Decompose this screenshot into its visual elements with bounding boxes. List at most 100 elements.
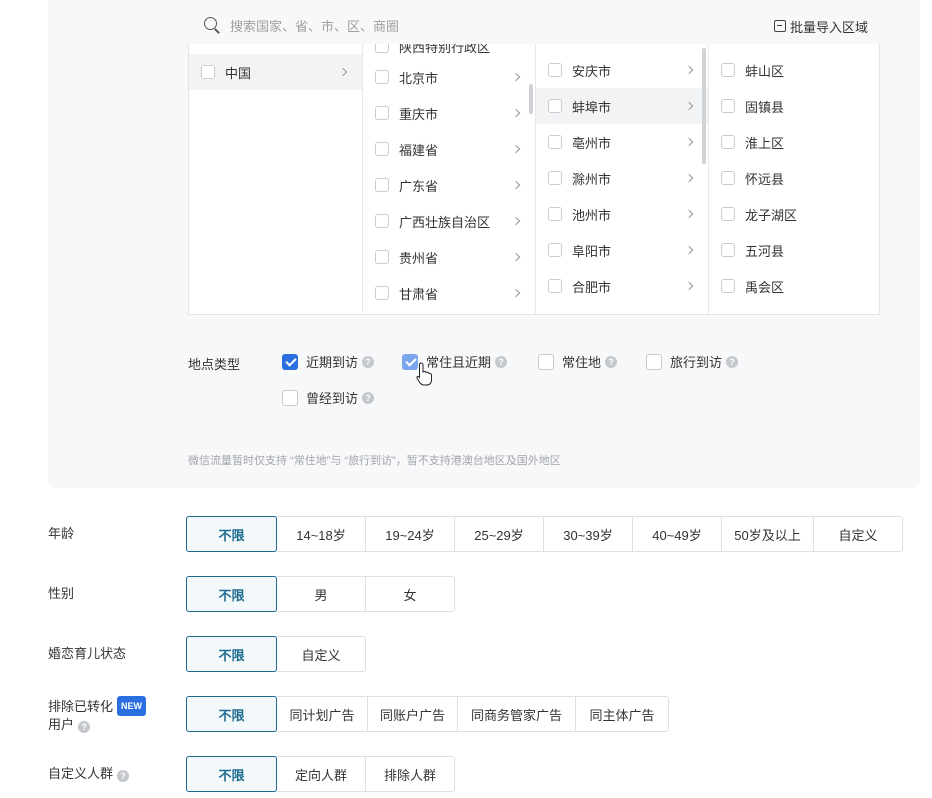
checkbox[interactable] [548, 171, 562, 185]
marital-option-unlimited[interactable]: 不限 [186, 636, 277, 672]
cascader-item-district[interactable]: 蚌山区 [709, 52, 879, 88]
exclude-option-account[interactable]: 同账户广告 [368, 697, 458, 731]
chevron-right-icon [684, 173, 694, 183]
location-option-recent[interactable]: 近期到访 ? [282, 352, 375, 371]
label-line2: 用户 [48, 717, 75, 732]
cascader-item-province[interactable]: 广东省 [363, 167, 535, 203]
checkbox[interactable] [375, 142, 389, 156]
age-option[interactable]: 50岁及以上 [722, 517, 814, 551]
region-cascader: 中国 陕西特别行政区 北京市 重庆市 福建省 广东省 广西壮族自治区 贵州省 甘… [188, 44, 880, 315]
item-label: 中国 [225, 65, 252, 81]
help-icon[interactable]: ? [362, 355, 375, 368]
batch-import-button[interactable]: 批量导入区域 [773, 17, 868, 36]
cascader-item-city[interactable]: 亳州市 [536, 124, 708, 160]
cascader-item-district[interactable]: 禹会区 [709, 268, 879, 304]
checkbox[interactable] [375, 106, 389, 120]
item-label: 蚌埠市 [572, 99, 612, 115]
checkbox[interactable] [548, 63, 562, 77]
checkbox[interactable] [538, 353, 554, 370]
help-icon[interactable]: ? [362, 391, 375, 404]
checkbox-checked[interactable] [282, 353, 298, 370]
cascader-item-city[interactable]: 合肥市 [536, 268, 708, 304]
age-label: 年龄 [48, 526, 75, 541]
checkbox[interactable] [721, 207, 735, 221]
import-icon [773, 20, 786, 32]
cascader-item-district[interactable]: 龙子湖区 [709, 196, 879, 232]
chevron-right-icon [338, 67, 348, 77]
audience-option-exclude[interactable]: 排除人群 [366, 757, 454, 791]
checkbox[interactable] [721, 243, 735, 257]
chevron-right-icon [511, 72, 521, 82]
help-icon[interactable]: ? [78, 721, 91, 733]
marital-option-custom[interactable]: 自定义 [277, 637, 365, 671]
checkbox[interactable] [721, 135, 735, 149]
cascader-item-province[interactable]: 广西壮族自治区 [363, 203, 535, 239]
checkbox[interactable] [548, 279, 562, 293]
help-icon[interactable]: ? [495, 355, 508, 368]
checkbox[interactable] [548, 135, 562, 149]
cascader-item-province[interactable]: 北京市 [363, 59, 535, 95]
age-option-unlimited[interactable]: 不限 [186, 516, 277, 552]
age-option[interactable]: 30~39岁 [544, 517, 633, 551]
cascader-item-province[interactable]: 重庆市 [363, 95, 535, 131]
gender-option-male[interactable]: 男 [277, 577, 366, 611]
exclude-option-unlimited[interactable]: 不限 [186, 696, 277, 732]
checkbox[interactable] [721, 279, 735, 293]
checkbox[interactable] [201, 65, 215, 79]
item-label: 广西壮族自治区 [399, 214, 491, 230]
region-search-input[interactable] [230, 18, 774, 34]
checkbox[interactable] [375, 70, 389, 84]
audience-option-target[interactable]: 定向人群 [277, 757, 366, 791]
gender-option-unlimited[interactable]: 不限 [186, 576, 277, 612]
help-icon[interactable]: ? [605, 355, 618, 368]
cascader-item-province[interactable]: 福建省 [363, 131, 535, 167]
age-option-custom[interactable]: 自定义 [814, 517, 902, 551]
cascader-item-district[interactable]: 淮上区 [709, 124, 879, 160]
option-label: 常住地 [562, 355, 602, 370]
checkbox[interactable] [721, 63, 735, 77]
checkbox[interactable] [721, 99, 735, 113]
cascader-item-province[interactable]: 贵州省 [363, 239, 535, 275]
checkbox[interactable] [375, 286, 389, 300]
cascader-item-city-active[interactable]: 蚌埠市 [536, 88, 708, 124]
gender-option-female[interactable]: 女 [366, 577, 454, 611]
checkbox[interactable] [646, 353, 662, 370]
cascader-item-city[interactable]: 池州市 [536, 196, 708, 232]
help-icon[interactable]: ? [726, 355, 739, 368]
cascader-item-city[interactable]: 安庆市 [536, 52, 708, 88]
location-type-label: 地点类型 [188, 357, 241, 372]
age-option[interactable]: 14~18岁 [277, 517, 366, 551]
checkbox[interactable] [548, 207, 562, 221]
age-option[interactable]: 19~24岁 [366, 517, 455, 551]
checkbox[interactable] [548, 243, 562, 257]
scrollbar[interactable] [702, 48, 706, 164]
exclude-option-entity[interactable]: 同主体广告 [576, 697, 668, 731]
location-option-resident[interactable]: 常住地 ? [538, 352, 618, 371]
item-label: 北京市 [399, 70, 439, 86]
checkbox[interactable] [721, 171, 735, 185]
cascader-item-city[interactable]: 滁州市 [536, 160, 708, 196]
exclude-option-plan[interactable]: 同计划广告 [277, 697, 368, 731]
item-label: 安庆市 [572, 63, 612, 79]
cascader-item-district[interactable]: 五河县 [709, 232, 879, 268]
cascader-item-district[interactable]: 怀远县 [709, 160, 879, 196]
help-icon[interactable]: ? [117, 770, 130, 782]
chevron-right-icon [511, 216, 521, 226]
location-option-travel[interactable]: 旅行到访 ? [646, 352, 739, 371]
cascader-item-province[interactable]: 甘肃省 [363, 275, 535, 311]
checkbox[interactable] [282, 389, 298, 406]
scrollbar[interactable] [529, 84, 533, 114]
age-option[interactable]: 25~29岁 [455, 517, 544, 551]
cascader-item-district[interactable]: 固镇县 [709, 88, 879, 124]
location-option-visited[interactable]: 曾经到访 ? [282, 388, 375, 407]
checkbox[interactable] [375, 178, 389, 192]
cascader-item-china[interactable]: 中国 [189, 54, 362, 90]
checkbox[interactable] [548, 99, 562, 113]
cascader-item-city[interactable]: 阜阳市 [536, 232, 708, 268]
age-option[interactable]: 40~49岁 [633, 517, 722, 551]
audience-option-unlimited[interactable]: 不限 [186, 756, 277, 792]
checkbox[interactable] [375, 44, 389, 53]
exclude-option-business-manager[interactable]: 同商务管家广告 [458, 697, 576, 731]
checkbox[interactable] [375, 250, 389, 264]
checkbox[interactable] [375, 214, 389, 228]
